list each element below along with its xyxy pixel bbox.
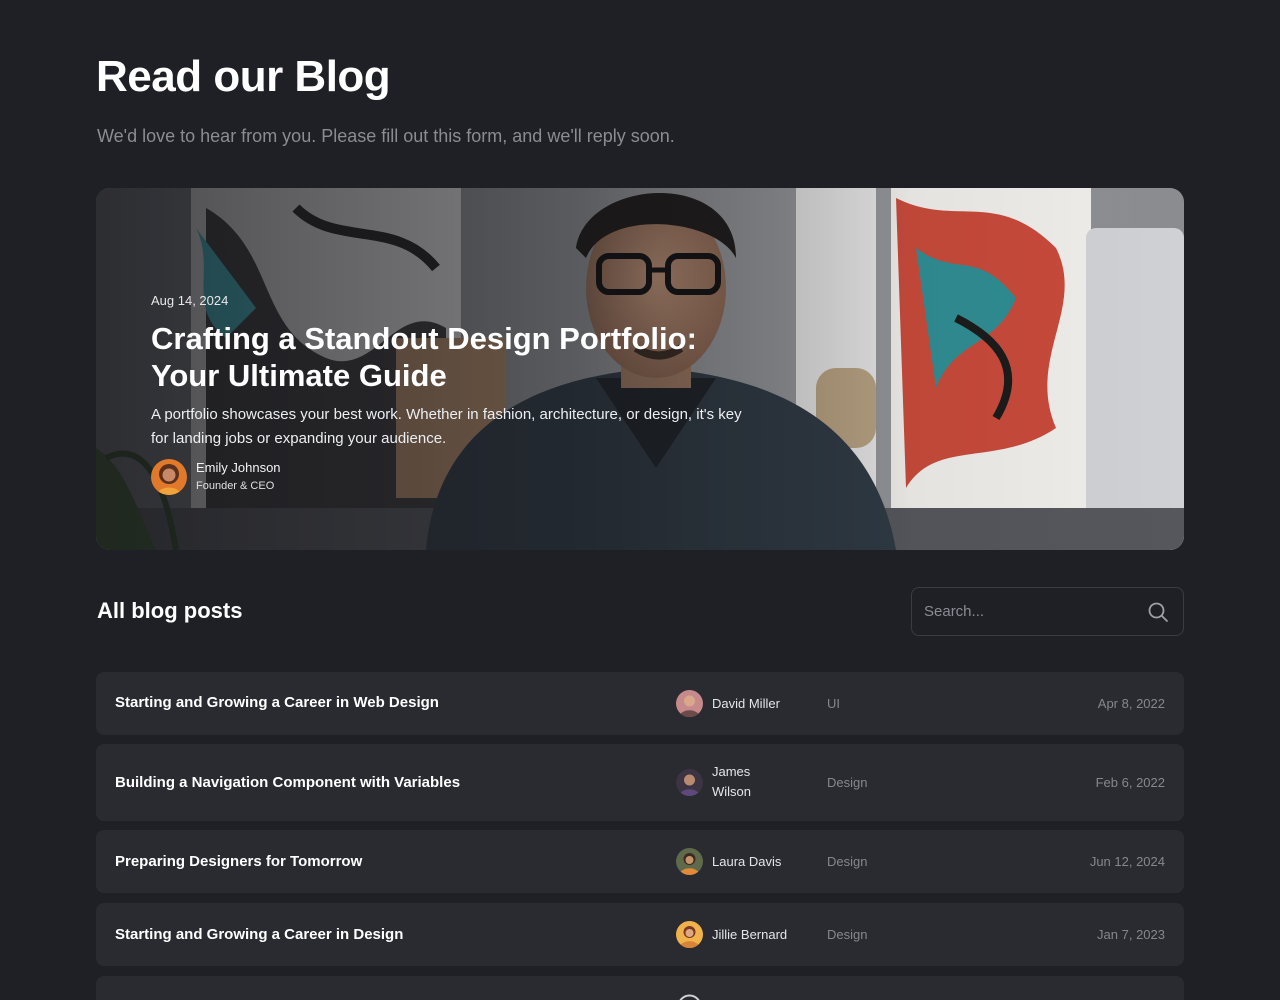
author-name: David Miller xyxy=(712,695,780,711)
post-category: Design xyxy=(827,854,868,869)
post-category: Design xyxy=(827,927,868,942)
author-name: James Wilson xyxy=(712,764,752,799)
post-date: Jun 12, 2024 xyxy=(1089,854,1165,869)
featured-post-title[interactable]: Crafting a Standout Design Portfolio: Yo… xyxy=(151,320,751,394)
blog-post-row[interactable]: Starting and Growing a Career in Design … xyxy=(96,903,1184,966)
post-author: David Miller xyxy=(676,690,792,717)
blog-post-row[interactable]: Preparing Designers for Tomorrow Laura D… xyxy=(96,830,1184,893)
post-author: Laura Davis xyxy=(676,848,792,875)
author-name: Laura Davis xyxy=(712,853,782,869)
page-title: Read our Blog xyxy=(96,52,391,101)
avatar xyxy=(151,459,187,495)
blog-post-row[interactable] xyxy=(96,976,1184,1000)
featured-post-description: A portfolio showcases your best work. Wh… xyxy=(151,406,742,447)
post-title[interactable]: Preparing Designers for Tomorrow xyxy=(115,853,362,870)
post-title[interactable]: Starting and Growing a Career in Web Des… xyxy=(115,694,439,711)
post-title[interactable]: Building a Navigation Component with Var… xyxy=(115,774,460,791)
post-date: Feb 6, 2022 xyxy=(1095,775,1165,790)
post-category: Design xyxy=(827,775,868,790)
post-date: Jan 7, 2023 xyxy=(1097,927,1165,942)
avatar xyxy=(676,848,703,875)
author-name: Emily Johnson xyxy=(196,460,281,475)
page-subtitle: We'd love to hear from you. Please fill … xyxy=(97,126,675,146)
featured-post-author: Emily Johnson Founder & CEO xyxy=(151,459,281,495)
search-icon[interactable] xyxy=(1147,601,1169,623)
blog-post-row[interactable]: Building a Navigation Component with Var… xyxy=(96,744,1184,821)
post-date: Apr 8, 2022 xyxy=(1097,696,1165,711)
author-role: Founder & CEO xyxy=(196,480,275,492)
search-box[interactable] xyxy=(911,587,1184,636)
post-author: James Wilson xyxy=(676,762,792,802)
featured-post-card[interactable]: Aug 14, 2024 Crafting a Standout Design … xyxy=(96,188,1184,550)
avatar xyxy=(676,690,703,717)
post-author: Jillie Bernard xyxy=(676,921,792,948)
avatar xyxy=(676,768,703,796)
avatar xyxy=(676,921,703,948)
post-category: UI xyxy=(827,696,840,711)
avatar xyxy=(676,993,703,1000)
post-author xyxy=(676,993,703,1000)
blog-page: Read our Blog We'd love to hear from you… xyxy=(0,0,1280,1000)
search-input[interactable] xyxy=(924,588,1144,635)
section-title: All blog posts xyxy=(97,598,243,623)
featured-post-date: Aug 14, 2024 xyxy=(151,293,229,308)
post-title[interactable]: Starting and Growing a Career in Design xyxy=(115,926,403,943)
author-name: Jillie Bernard xyxy=(712,926,788,942)
blog-post-row[interactable]: Starting and Growing a Career in Web Des… xyxy=(96,672,1184,735)
